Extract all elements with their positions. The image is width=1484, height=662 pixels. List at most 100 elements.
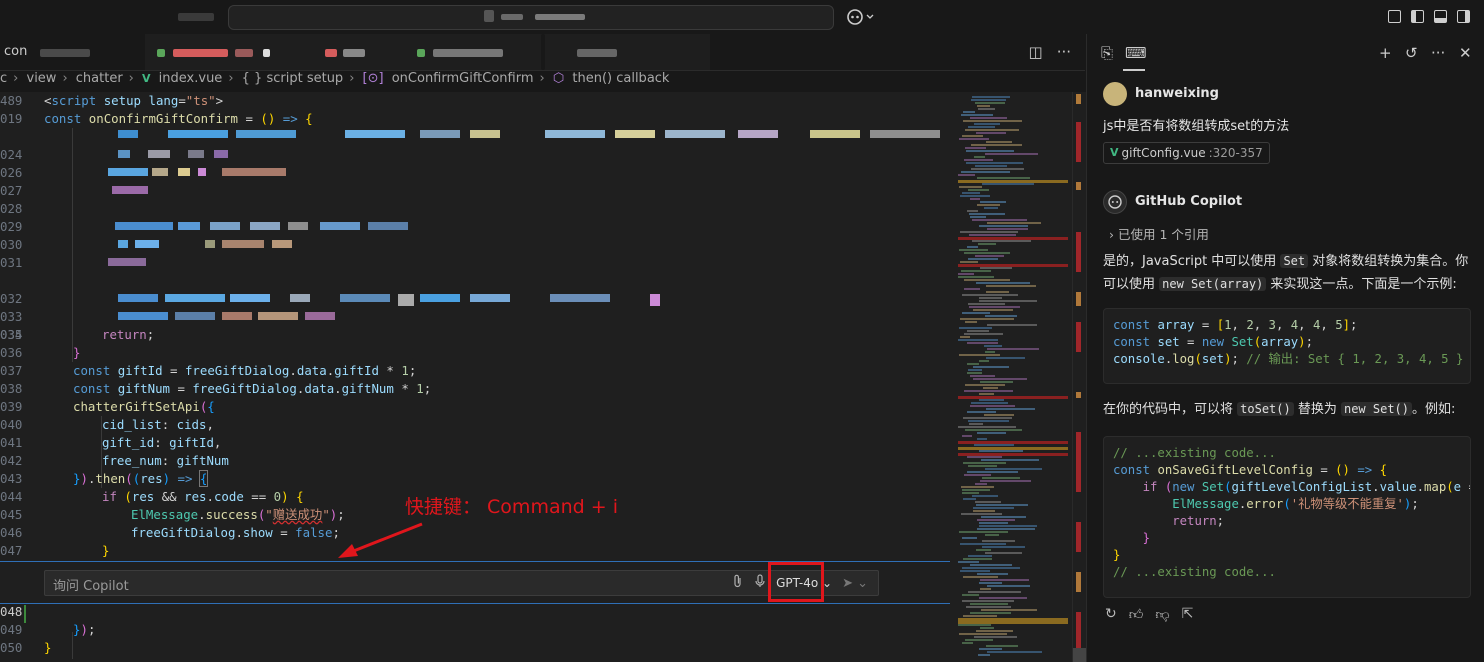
minimap-line [963, 417, 1012, 419]
minimap-line [977, 438, 987, 440]
minimap-line [981, 459, 1039, 461]
minimap-line [962, 294, 1018, 296]
minimap-line [963, 498, 976, 500]
minimap-line [978, 108, 995, 110]
user-avatar [1103, 82, 1127, 106]
minimap-line [980, 480, 1031, 482]
minimap-line [982, 477, 1020, 479]
minimap-line [968, 465, 997, 467]
minimap-line [979, 450, 1023, 452]
minimap-line [958, 561, 979, 563]
minimap-highlight [958, 264, 1068, 267]
copilot-icon [1108, 195, 1122, 209]
minimap-line [976, 549, 991, 551]
minimap-line [965, 147, 986, 149]
breadcrumb-item[interactable]: c [0, 71, 7, 86]
breadcrumb: c › view › chatter › V index.vue › { } scrip… [0, 71, 670, 86]
user-name: hanweixing [1135, 86, 1219, 101]
minimap-line [958, 276, 994, 278]
minimap-line [959, 249, 988, 251]
breadcrumb-item[interactable]: then() callback [572, 71, 669, 86]
minimap-line [965, 639, 993, 641]
microphone-icon[interactable] [754, 574, 766, 592]
minimap-line [960, 570, 990, 572]
close-icon[interactable]: ✕ [1459, 44, 1472, 62]
sidebar-right-icon[interactable] [1457, 10, 1470, 23]
minimap-line [980, 627, 994, 629]
minimap-line [967, 471, 1018, 473]
minimap-line [969, 423, 983, 425]
more-icon[interactable]: ··· [1431, 44, 1445, 62]
breadcrumb-item[interactable]: { } script setup [242, 71, 344, 86]
minimap-line [968, 369, 982, 371]
editor-tabs: con ◫ ··· [0, 34, 1085, 71]
chat-header: ⎘ ⌨ + ↺ ··· ✕ [1087, 34, 1484, 72]
minimap-line [958, 339, 998, 341]
split-editor-icon[interactable]: ◫ [1029, 43, 1043, 61]
chat-tab-icon[interactable]: ⌨ [1125, 44, 1147, 62]
shortcut-annotation: 快捷键： Command + i [405, 496, 618, 518]
new-file-icon[interactable]: ⎘ [1101, 44, 1113, 62]
minimap-line [980, 381, 1013, 383]
minimap-line [967, 330, 989, 332]
minimap-line [974, 123, 1000, 125]
minimap-line [987, 228, 1028, 230]
minimap-line [979, 300, 1037, 302]
blurred-tabs[interactable] [145, 34, 710, 70]
thumbs-up-icon[interactable]: 👍︎ [1129, 606, 1144, 623]
attach-icon[interactable] [732, 574, 744, 592]
minimap-line [968, 189, 989, 191]
copilot-icon[interactable] [846, 7, 874, 27]
code-block-2[interactable]: // ...existing code... const onSaveGiftL… [1103, 436, 1471, 598]
retry-icon[interactable]: ↻ [1105, 606, 1117, 623]
minimap-line [959, 138, 989, 140]
sidebar-left-icon[interactable] [1411, 10, 1424, 23]
command-center[interactable] [228, 5, 834, 30]
minimap-line [970, 564, 1012, 566]
inline-code: new Set() [1340, 402, 1413, 416]
minimap-line [968, 126, 995, 128]
minimap-line [959, 327, 992, 329]
minimap-line [971, 402, 1008, 404]
panel-bottom-icon[interactable] [1434, 10, 1447, 23]
breadcrumb-item[interactable]: view [27, 71, 57, 86]
breadcrumb-item[interactable]: chatter [76, 71, 123, 86]
minimap-line [978, 654, 990, 656]
used-references-label: 已使用 1 个引用 [1117, 227, 1209, 242]
minimap-line [984, 345, 1002, 347]
minimap-line [979, 597, 1027, 599]
minimap-line [967, 363, 979, 365]
breadcrumb-item[interactable]: onConfirmGiftConfirm [392, 71, 534, 86]
panel-layout-icon[interactable] [1388, 10, 1401, 23]
breadcrumb-item[interactable]: index.vue [159, 71, 223, 86]
minimap-line [967, 246, 978, 248]
insert-icon[interactable]: ⇱ [1182, 606, 1194, 623]
minimap-line [978, 243, 996, 245]
minimap[interactable] [950, 92, 1072, 662]
minimap-line [960, 261, 978, 263]
minimap-line [967, 372, 982, 374]
minimap-line [958, 624, 991, 626]
used-references-toggle[interactable]: › 已使用 1 个引用 [1109, 224, 1209, 243]
tab-first[interactable]: con [0, 34, 140, 70]
minimap-line [960, 318, 1014, 320]
minimap-line [974, 636, 1017, 638]
code-block-1[interactable]: const array = [1, 2, 3, 4, 4, 5]; const … [1103, 308, 1471, 384]
plus-icon[interactable]: + [1379, 44, 1392, 62]
more-actions-icon[interactable]: ··· [1057, 43, 1071, 61]
minimap-line [962, 135, 983, 137]
minimap-line [965, 129, 1019, 131]
send-icon[interactable]: ➤ ⌄ [842, 576, 868, 591]
minimap-line [974, 156, 985, 158]
inline-chat-input[interactable]: 询问 Copilot GPT-4o ⌄ ➤ ⌄ [44, 570, 879, 596]
minimap-line [964, 474, 991, 476]
minimap-line [973, 309, 1013, 311]
minimap-line [960, 195, 990, 197]
minimap-line [973, 510, 995, 512]
scrollbar[interactable] [1072, 92, 1086, 662]
thumbs-down-icon[interactable]: 👎︎ [1155, 606, 1169, 623]
history-icon[interactable]: ↺ [1405, 44, 1418, 62]
file-reference-chip[interactable]: V giftConfig.vue:320-357 [1103, 142, 1270, 164]
vue-file-icon: V [142, 72, 151, 85]
minimap-line [962, 489, 990, 491]
